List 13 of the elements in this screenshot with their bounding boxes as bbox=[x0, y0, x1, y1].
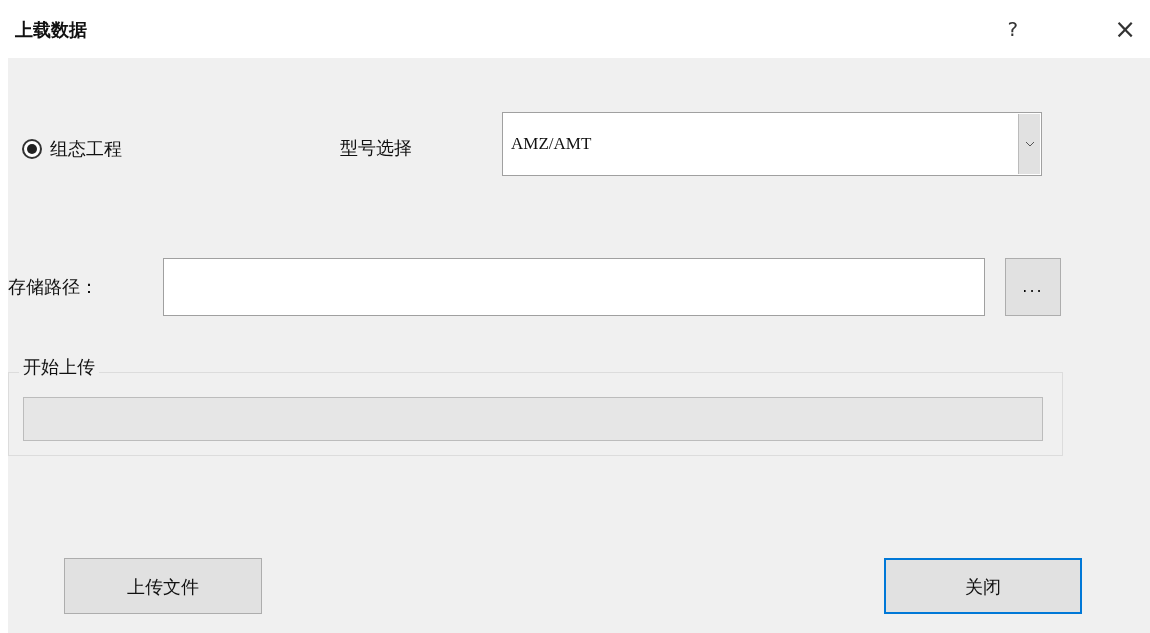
path-field[interactable] bbox=[163, 258, 985, 316]
close-dialog-button[interactable]: 关闭 bbox=[884, 558, 1082, 614]
radio-button[interactable] bbox=[22, 138, 42, 159]
radio-label: 组态工程 bbox=[50, 137, 122, 161]
help-button[interactable]: ? bbox=[1007, 19, 1019, 39]
window-title: 上载数据 bbox=[15, 17, 87, 42]
browse-button[interactable]: ... bbox=[1005, 258, 1061, 316]
chevron-down-icon bbox=[1024, 141, 1035, 147]
field-label: 存储路径： bbox=[8, 275, 98, 299]
close-button[interactable]: × bbox=[1114, 16, 1136, 42]
model-dropdown[interactable]: AMZ/AMT bbox=[502, 112, 1042, 176]
field-label: 型号选择 bbox=[340, 136, 412, 160]
upload-button[interactable]: 上传文件 bbox=[64, 558, 262, 614]
